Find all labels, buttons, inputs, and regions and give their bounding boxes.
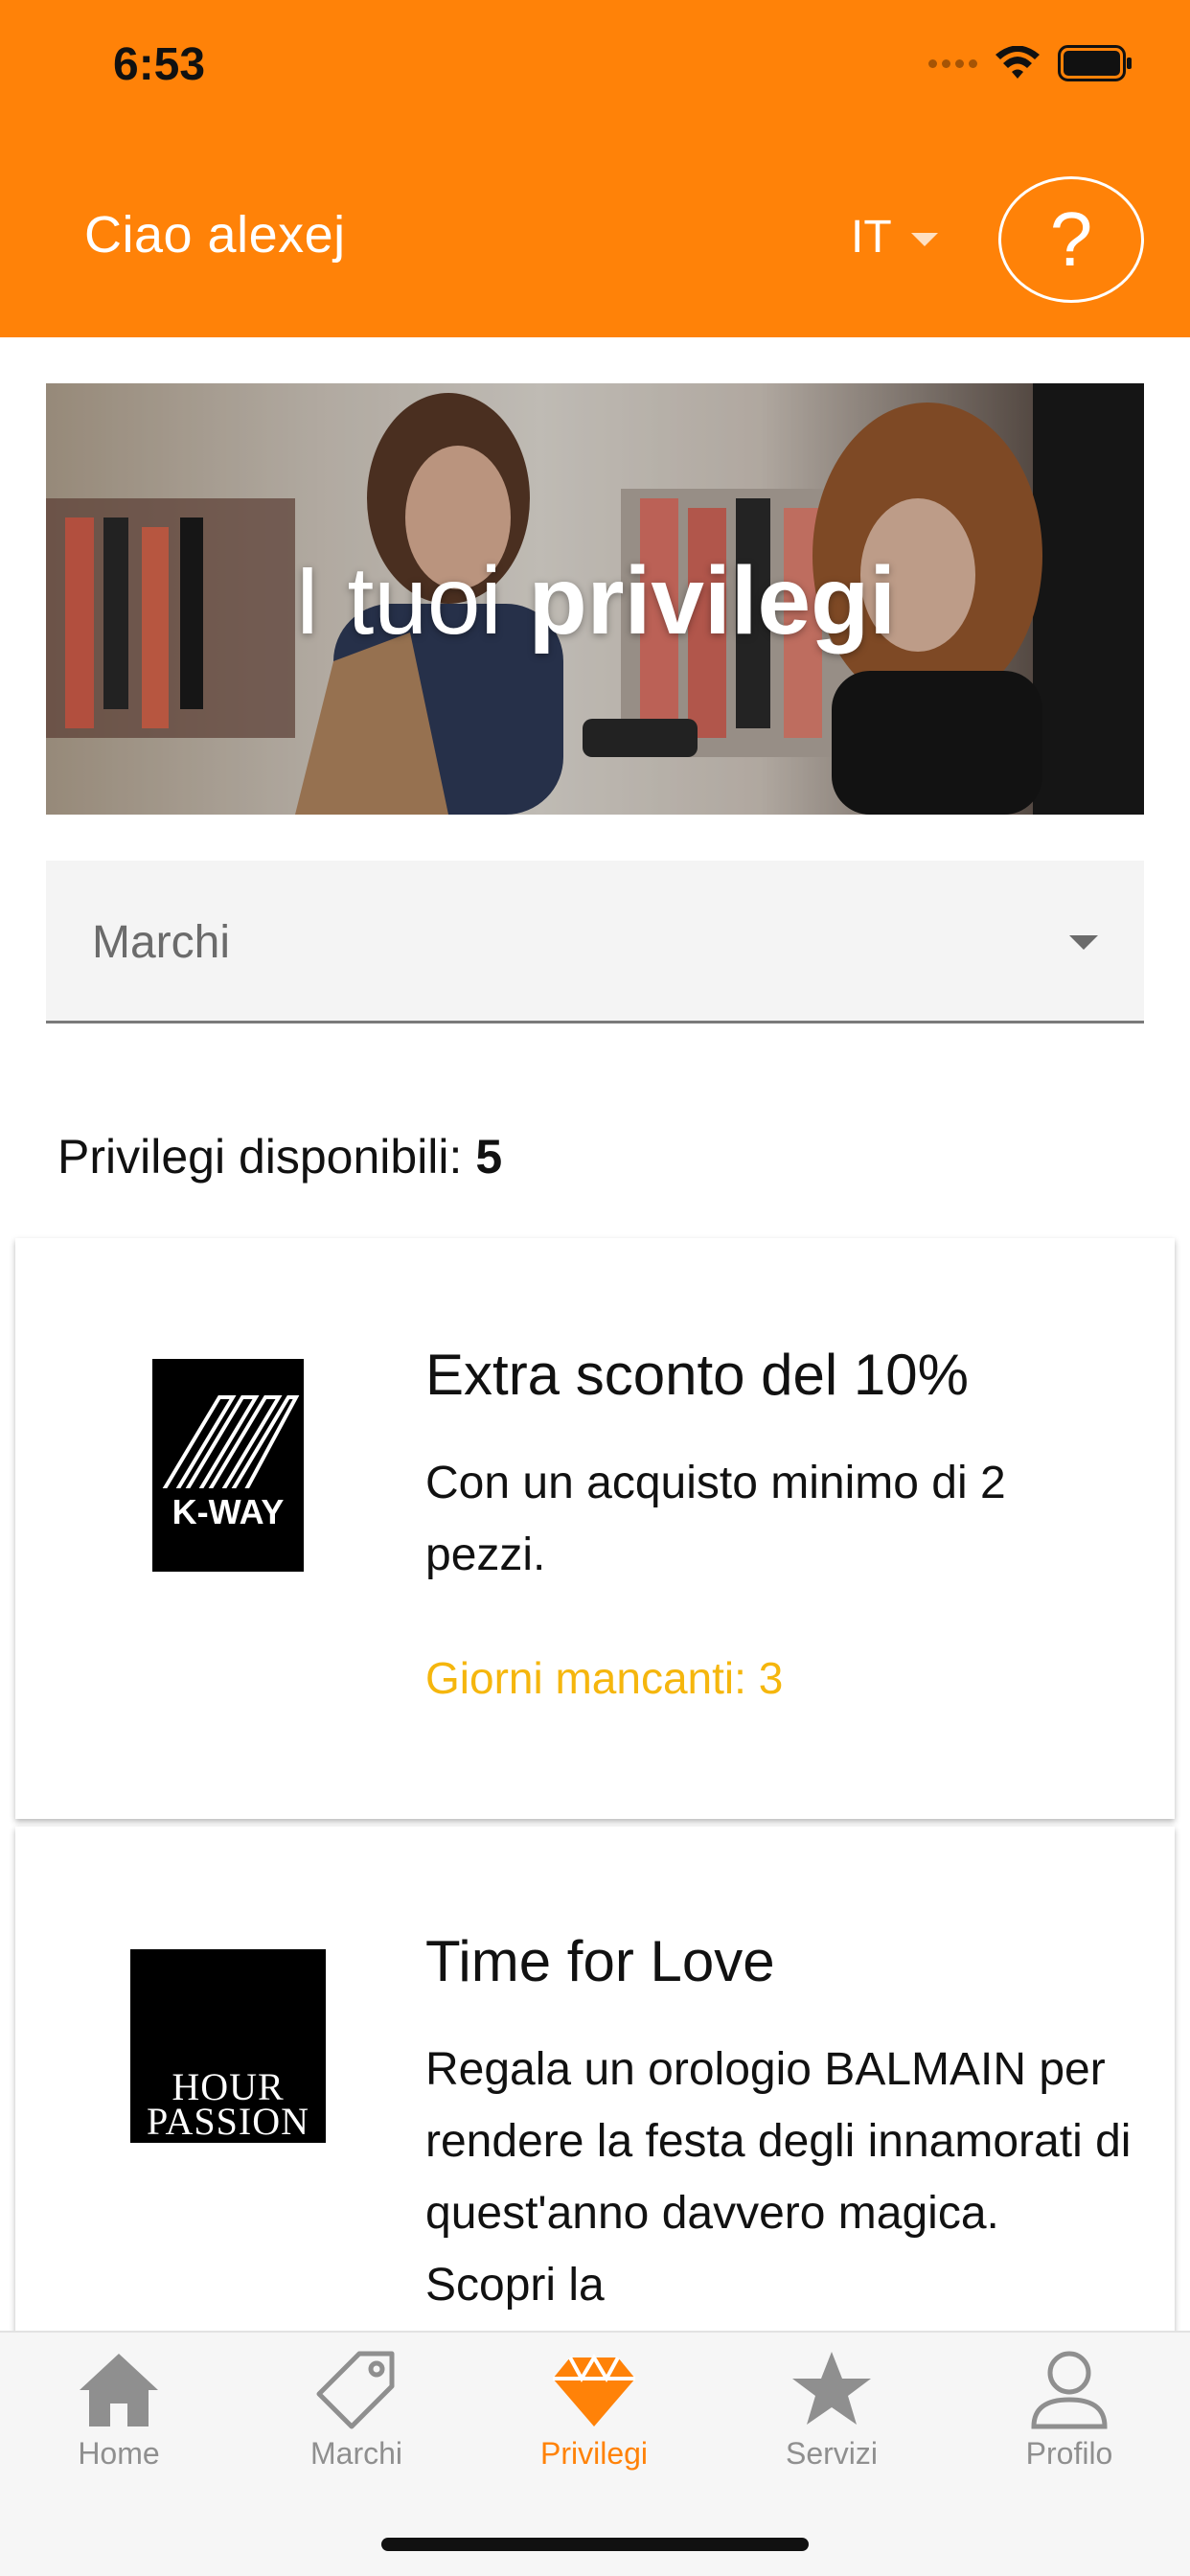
- chevron-down-icon: [910, 232, 938, 246]
- dropdown-arrow-icon: [1069, 935, 1098, 950]
- kway-logo-graphic: K-WAY: [160, 1395, 300, 1531]
- privilege-card[interactable]: HOUR PASSION Time for Love Regala un oro…: [15, 1827, 1175, 2363]
- privileges-count-label: Privilegi disponibili:: [57, 1130, 463, 1184]
- help-button[interactable]: ?: [998, 176, 1144, 303]
- wifi-icon: [995, 46, 1040, 79]
- tab-home[interactable]: Home: [0, 2333, 238, 2505]
- home-indicator[interactable]: [381, 2538, 809, 2551]
- user-icon: [1031, 2351, 1108, 2429]
- hero-title: I tuoi privilegi: [46, 546, 1144, 656]
- tab-label: Servizi: [785, 2436, 878, 2471]
- help-icon: ?: [1049, 196, 1093, 282]
- signal-icon: [928, 58, 977, 68]
- privilege-title: Extra sconto del 10%: [425, 1343, 969, 1407]
- privileges-count-value: 5: [475, 1130, 503, 1184]
- diamond-icon: [553, 2354, 635, 2426]
- tab-marchi[interactable]: Marchi: [238, 2333, 475, 2505]
- tag-icon: [316, 2351, 395, 2429]
- status-icons: [928, 42, 1133, 84]
- hero-title-bold: privilegi: [528, 547, 897, 655]
- tab-label: Marchi: [309, 2436, 402, 2471]
- home-icon: [80, 2354, 158, 2426]
- privilege-title: Time for Love: [425, 1929, 775, 1993]
- privilege-card[interactable]: K-WAY Extra sconto del 10% Con un acquis…: [15, 1238, 1175, 1819]
- logo-line: PASSION: [146, 2100, 310, 2143]
- privilege-description: Regala un orologio BALMAIN per rendere l…: [425, 2044, 1132, 2311]
- greeting-text: Ciao alexej: [84, 206, 346, 264]
- hero-title-light: I tuoi: [293, 547, 502, 655]
- status-time: 6:53: [113, 39, 206, 90]
- filter-value: Marchi: [92, 917, 231, 968]
- kway-logo: K-WAY: [152, 1359, 304, 1572]
- app-header: 6:53 Ciao alexej IT ?: [0, 0, 1190, 337]
- privilege-description: Con un acquisto minimo di 2 pezzi.: [425, 1458, 1006, 1580]
- privileges-count: Privilegi disponibili: 5: [57, 1129, 502, 1184]
- kway-logo-text: K-WAY: [172, 1492, 285, 1531]
- star-icon: [792, 2352, 871, 2425]
- language-value: IT: [851, 212, 892, 263]
- tab-label: Home: [78, 2436, 160, 2471]
- hour-passion-logo: HOUR PASSION: [130, 1949, 326, 2143]
- tab-label: Profilo: [1025, 2436, 1113, 2471]
- brand-filter-select[interactable]: Marchi: [46, 861, 1144, 1024]
- language-selector[interactable]: IT: [851, 211, 938, 264]
- tab-label: Privilegi: [539, 2436, 649, 2471]
- tab-profilo[interactable]: Profilo: [950, 2333, 1188, 2505]
- tab-servizi[interactable]: Servizi: [713, 2333, 950, 2505]
- hero-banner: I tuoi privilegi: [46, 383, 1144, 815]
- days-left-text: Giorni mancanti: 3: [425, 1653, 784, 1703]
- battery-icon: [1058, 45, 1132, 81]
- tab-privilegi[interactable]: Privilegi: [475, 2333, 713, 2505]
